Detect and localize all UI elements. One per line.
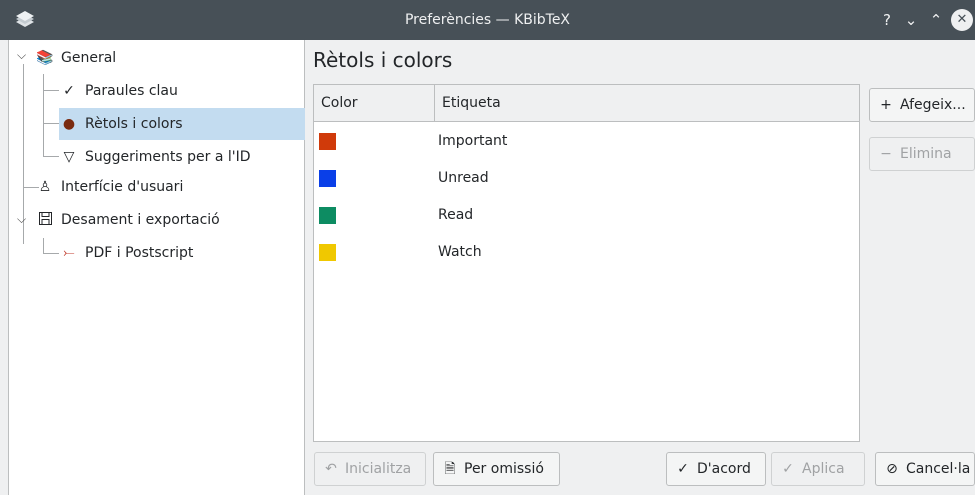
ok-button[interactable]: ✓ D'acord — [666, 452, 766, 486]
tree-item-general[interactable]: 📚 General — [35, 42, 305, 74]
reset-button-label: Inicialitza — [345, 461, 412, 477]
page-title: Rètols i colors — [313, 48, 453, 72]
tree-connector — [43, 238, 44, 253]
tree-item-label: Rètols i colors — [85, 116, 183, 132]
user-icon: ♙ — [38, 179, 52, 195]
pdf-icon: ⤚ — [63, 245, 75, 261]
tree-item-pdf-postscript[interactable]: ⤚ PDF i Postscript — [59, 237, 305, 269]
apply-button-label: Aplica — [802, 461, 845, 477]
row-label: Read — [438, 207, 474, 223]
tree-connector — [43, 253, 59, 254]
table-header: Color Etiqueta — [314, 85, 859, 122]
apply-button[interactable]: ✓ Aplica — [771, 452, 865, 486]
cancel-button[interactable]: ⊘ Cancel·la — [875, 452, 975, 486]
tree-connector — [43, 123, 59, 124]
color-swatch[interactable] — [319, 207, 336, 224]
table-row[interactable]: Watch — [314, 234, 859, 271]
row-label: Important — [438, 133, 508, 149]
ok-button-label: D'acord — [697, 461, 751, 477]
tree-item-keywords[interactable]: ✓ Paraules clau — [59, 75, 305, 107]
settings-tree: ⌵ ⌵ 📚 General ✓ Paraules clau ● Rètols i co… — [8, 40, 305, 495]
document-icon: 🗎 — [444, 461, 456, 477]
checkmark-icon: ✓ — [677, 461, 689, 477]
checkmark-icon: ✓ — [782, 461, 794, 477]
column-header-color[interactable]: Color — [314, 85, 435, 121]
tree-connector — [43, 90, 59, 91]
add-button-label: Afegeix... — [900, 97, 966, 113]
tree-connector — [43, 156, 59, 157]
remove-button[interactable]: − Elimina — [869, 137, 975, 171]
add-button[interactable]: + Afegeix... — [869, 88, 975, 122]
checkmark-icon: ✓ — [63, 83, 75, 99]
cancel-button-label: Cancel·la — [906, 461, 971, 477]
tree-item-id-suggestions[interactable]: ▽ Suggeriments per a l'ID — [59, 141, 305, 173]
tree-item-label: Paraules clau — [85, 83, 178, 99]
cancel-icon: ⊘ — [886, 461, 898, 477]
tree-connector — [43, 74, 44, 157]
expand-general-icon[interactable]: ⌵ — [17, 48, 26, 63]
close-button[interactable]: ✕ — [951, 9, 973, 31]
color-swatch[interactable] — [319, 133, 336, 150]
remove-button-label: Elimina — [900, 146, 952, 162]
color-swatch[interactable] — [319, 244, 336, 261]
tree-item-saving-exporting[interactable]: Desament i exportació — [35, 204, 305, 236]
tree-item-label: Suggeriments per a l'ID — [85, 149, 251, 165]
table-row[interactable]: Unread — [314, 160, 859, 197]
minimize-button[interactable]: ⌄ — [899, 8, 923, 32]
tree-item-label: Interfície d'usuari — [61, 179, 184, 195]
undo-icon: ↶ — [325, 461, 337, 477]
tree-item-label: PDF i Postscript — [85, 245, 194, 261]
table-row[interactable]: Important — [314, 123, 859, 160]
reset-button[interactable]: ↶ Inicialitza — [314, 452, 426, 486]
color-palette-icon: ● — [62, 116, 76, 132]
defaults-button-label: Per omissió — [464, 461, 544, 477]
color-swatch[interactable] — [319, 170, 336, 187]
plus-icon: + — [880, 97, 892, 113]
funnel-icon: ▽ — [63, 149, 75, 165]
tree-item-label: Desament i exportació — [61, 212, 220, 228]
minus-icon: − — [880, 146, 892, 162]
tree-item-user-interface[interactable]: ♙ Interfície d'usuari — [35, 171, 305, 203]
title-bar[interactable]: Preferències — KBibTeX ? ⌄ ⌃ ✕ — [0, 0, 975, 40]
column-header-label[interactable]: Etiqueta — [435, 85, 859, 121]
books-icon: 📚 — [36, 50, 54, 66]
labels-colors-table[interactable]: Color Etiqueta Important Unread Read Wat… — [313, 84, 860, 442]
preferences-window: Preferències — KBibTeX ? ⌄ ⌃ ✕ ⌵ ⌵ 📚 Gene… — [0, 0, 975, 495]
table-row[interactable]: Read — [314, 197, 859, 234]
defaults-button[interactable]: 🗎 Per omissió — [433, 452, 560, 486]
tree-item-label: General — [61, 50, 117, 66]
help-button[interactable]: ? — [875, 8, 899, 32]
floppy-disk-icon — [35, 204, 55, 236]
row-label: Unread — [438, 170, 489, 186]
maximize-button[interactable]: ⌃ — [924, 8, 948, 32]
window-title: Preferències — KBibTeX — [404, 12, 571, 28]
expand-saving-icon[interactable]: ⌵ — [17, 212, 26, 227]
row-label: Watch — [438, 244, 482, 260]
tree-item-labels-colors[interactable]: ● Rètols i colors — [59, 108, 305, 140]
